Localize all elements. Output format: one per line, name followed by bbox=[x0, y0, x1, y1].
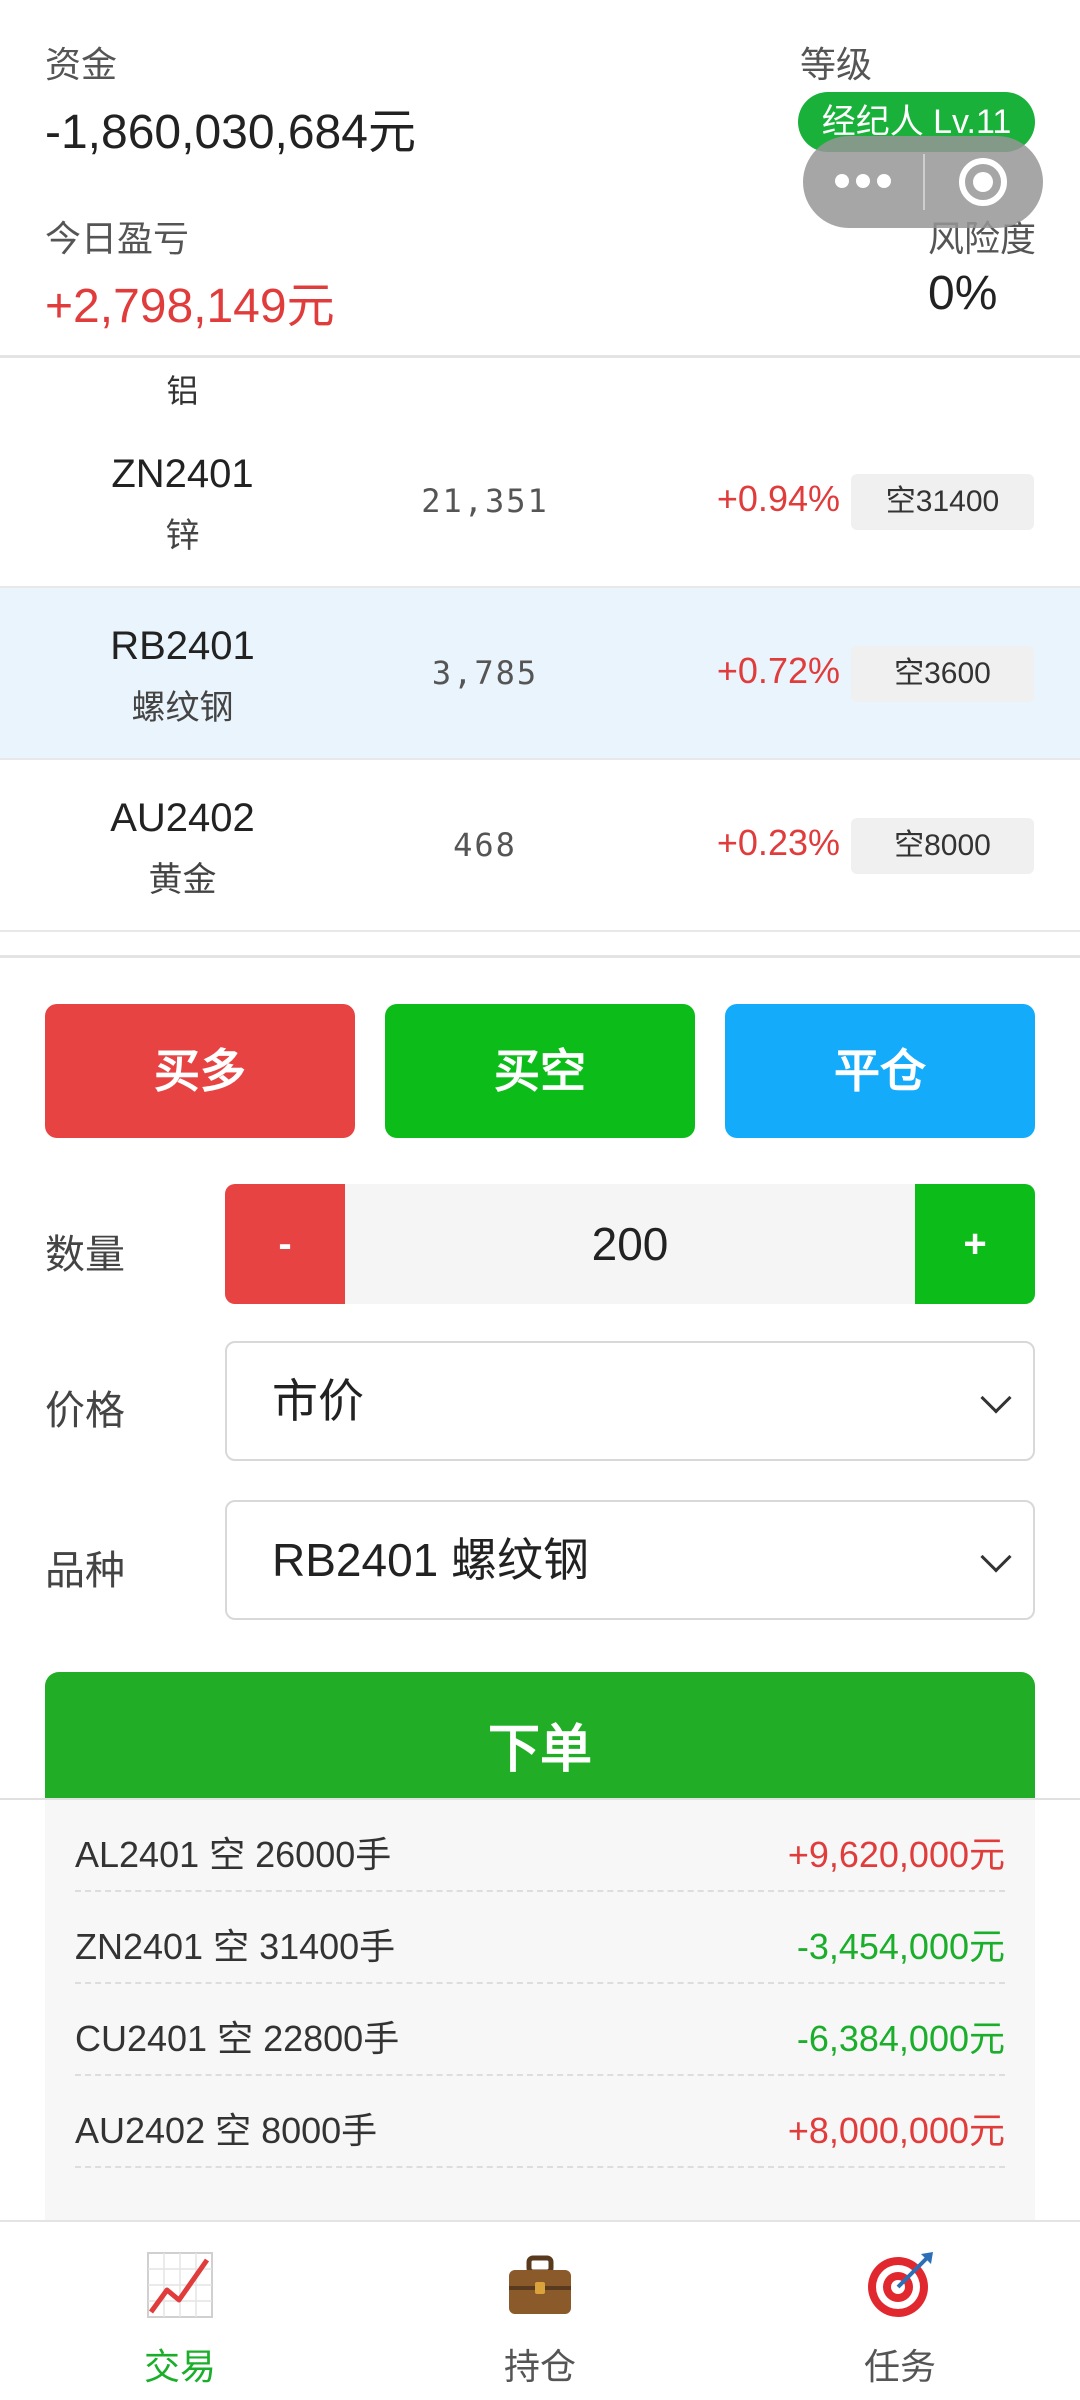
quote-price: 3,785 bbox=[431, 654, 539, 692]
quote-row-selected[interactable]: RB2401 螺纹钢 3,785 +0.72% 空3600 bbox=[0, 588, 1080, 760]
funds-label: 资金 bbox=[45, 44, 118, 85]
position-row[interactable]: AL2401 空 26000手 +9,620,000元 bbox=[75, 1800, 1005, 1892]
chevron-down-icon bbox=[980, 1541, 1012, 1573]
target-icon bbox=[868, 2252, 933, 2317]
quantity-stepper: - 200 + bbox=[225, 1184, 1035, 1304]
quote-change: +0.72% bbox=[716, 650, 840, 691]
position-row[interactable]: AU2402 空 8000手 +8,000,000元 bbox=[75, 2076, 1005, 2168]
symbol-select[interactable]: RB2401 螺纹钢 bbox=[225, 1500, 1035, 1620]
tab-positions[interactable]: 持仓 bbox=[360, 2222, 720, 2400]
quantity-increase-button[interactable]: + bbox=[915, 1184, 1035, 1304]
quote-change: +0.94% bbox=[716, 478, 840, 519]
position-row[interactable]: CU2401 空 22800手 -6,384,000元 bbox=[75, 1984, 1005, 2076]
buy-long-button[interactable]: 买多 bbox=[45, 1004, 355, 1138]
position-desc: CU2401 空 22800手 bbox=[75, 2018, 400, 2059]
buy-short-button[interactable]: 买空 bbox=[385, 1004, 695, 1138]
tab-tasks-label: 任务 bbox=[863, 2346, 936, 2387]
position-pnl: -6,384,000元 bbox=[796, 2018, 1005, 2059]
quote-change: +0.23% bbox=[716, 822, 840, 863]
quote-position-tag: 空3600 bbox=[851, 646, 1034, 702]
more-dots-icon bbox=[835, 174, 891, 190]
symbol-value: RB2401 螺纹钢 bbox=[272, 1534, 590, 1586]
quote-code: RB2401 bbox=[110, 624, 255, 668]
quote-name: 螺纹钢 bbox=[131, 689, 234, 727]
today-pnl-value: +2,798,149元 bbox=[45, 280, 335, 333]
today-pnl-label: 今日盈亏 bbox=[45, 218, 190, 259]
price-label: 价格 bbox=[45, 1389, 125, 1433]
position-row-partial[interactable] bbox=[75, 2168, 1005, 2220]
tab-trade[interactable]: 交易 bbox=[0, 2222, 360, 2400]
level-label: 等级 bbox=[800, 44, 873, 85]
place-order-button[interactable]: 下单 bbox=[45, 1672, 1035, 1812]
quote-code: AU2402 bbox=[110, 796, 255, 840]
tab-tasks[interactable]: 任务 bbox=[720, 2222, 1080, 2400]
risk-value: 0% bbox=[928, 267, 998, 320]
quote-name: 铝 bbox=[166, 373, 199, 409]
positions-panel[interactable]: AL2401 空 26000手 +9,620,000元 ZN2401 空 314… bbox=[0, 1798, 1080, 2220]
quote-price: 468 bbox=[453, 826, 517, 864]
quote-row[interactable]: AU2402 黄金 468 +0.23% 空8000 bbox=[0, 760, 1080, 932]
quote-list[interactable]: 铝 ZN2401 锌 21,351 +0.94% 空31400 RB2401 螺… bbox=[0, 358, 1080, 958]
more-button[interactable] bbox=[803, 136, 923, 228]
price-type-select[interactable]: 市价 bbox=[225, 1341, 1035, 1461]
symbol-label: 品种 bbox=[45, 1549, 125, 1593]
quote-name: 黄金 bbox=[148, 861, 217, 899]
tab-trade-label: 交易 bbox=[143, 2346, 216, 2387]
position-row[interactable]: ZN2401 空 31400手 -3,454,000元 bbox=[75, 1892, 1005, 1984]
quantity-input[interactable]: 200 bbox=[345, 1184, 915, 1304]
chevron-down-icon bbox=[980, 1382, 1012, 1414]
quantity-label: 数量 bbox=[45, 1233, 125, 1277]
close-circle-icon bbox=[959, 158, 1007, 206]
quote-code: ZN2401 bbox=[111, 452, 254, 496]
quote-price: 21,351 bbox=[421, 482, 549, 520]
briefcase-icon bbox=[509, 2255, 571, 2314]
position-pnl: +8,000,000元 bbox=[787, 2110, 1005, 2151]
chart-up-icon bbox=[147, 2252, 213, 2318]
miniprogram-capsule bbox=[803, 136, 1043, 228]
quote-row[interactable]: ZN2401 锌 21,351 +0.94% 空31400 bbox=[0, 416, 1080, 588]
position-desc: ZN2401 空 31400手 bbox=[75, 1926, 396, 1967]
quantity-decrease-button[interactable]: - bbox=[225, 1184, 345, 1304]
position-desc: AL2401 空 26000手 bbox=[75, 1834, 392, 1875]
bottom-tab-bar: 交易 持仓 任务 bbox=[0, 2220, 1080, 2400]
price-type-value: 市价 bbox=[272, 1375, 364, 1427]
close-position-button[interactable]: 平仓 bbox=[725, 1004, 1035, 1138]
positions-list: AL2401 空 26000手 +9,620,000元 ZN2401 空 314… bbox=[45, 1800, 1035, 2220]
position-pnl: +9,620,000元 bbox=[787, 1834, 1005, 1875]
quote-position-tag: 空8000 bbox=[851, 818, 1034, 874]
position-desc: AU2402 空 8000手 bbox=[75, 2110, 378, 2151]
funds-value: -1,860,030,684元 bbox=[45, 106, 416, 159]
tab-positions-label: 持仓 bbox=[503, 2346, 576, 2387]
quote-position-tag: 空31400 bbox=[851, 474, 1034, 530]
position-pnl: -3,454,000元 bbox=[796, 1926, 1005, 1967]
quote-name: 锌 bbox=[165, 517, 200, 555]
close-miniprogram-button[interactable] bbox=[925, 136, 1043, 228]
